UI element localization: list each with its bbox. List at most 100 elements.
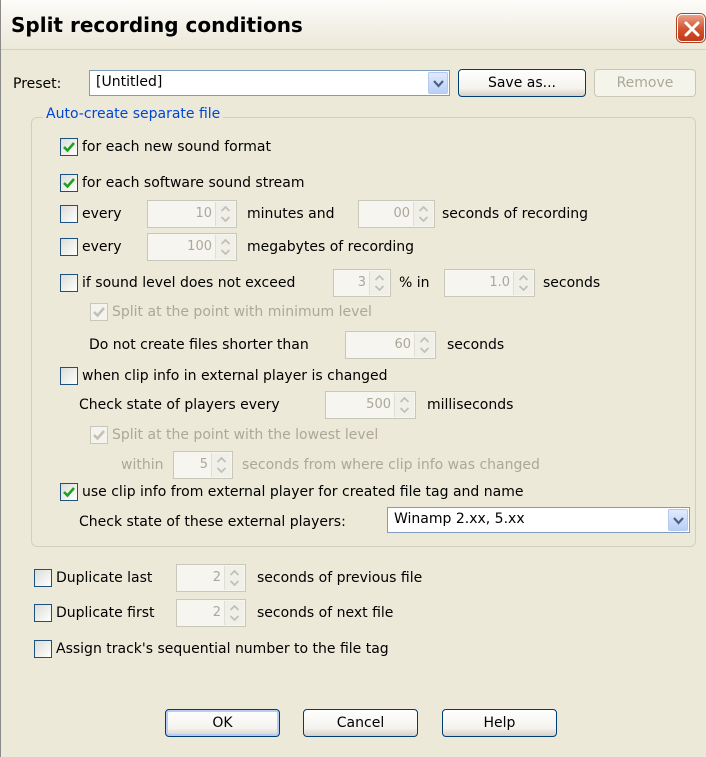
external-players-label: Check state of these external players: bbox=[79, 514, 346, 530]
spin-up-icon bbox=[230, 570, 239, 576]
minutes-spin-buttons[interactable] bbox=[215, 202, 235, 226]
within-stepper[interactable]: 5 bbox=[173, 451, 233, 479]
seconds-of-recording-label: seconds of recording bbox=[442, 206, 588, 222]
within-unit: seconds from where clip info was changed bbox=[242, 457, 540, 473]
software-stream-label: for each software sound stream bbox=[82, 175, 305, 191]
use-clip-info-label: use clip info from external player for c… bbox=[82, 484, 524, 500]
preset-select[interactable]: [Untitled] bbox=[89, 70, 450, 96]
check-interval-stepper[interactable]: 500 bbox=[325, 391, 416, 419]
duplicate-first-stepper[interactable]: 2 bbox=[176, 599, 246, 627]
checkmark-icon bbox=[93, 430, 105, 441]
help-button[interactable]: Help bbox=[442, 709, 557, 737]
spin-down-icon bbox=[217, 467, 226, 473]
title-bar: Split recording conditions bbox=[1, 0, 706, 50]
split-min-level-checkbox[interactable] bbox=[90, 303, 108, 321]
megabytes-spin-buttons[interactable] bbox=[215, 235, 235, 259]
checkmark-icon bbox=[93, 307, 105, 318]
duplicate-first-label: Duplicate first bbox=[56, 605, 155, 621]
sound-level-label: if sound level does not exceed bbox=[82, 275, 296, 291]
split-lowest-level-label: Split at the point with the lowest level bbox=[112, 427, 379, 443]
duplicate-first-spin-buttons[interactable] bbox=[224, 601, 244, 625]
checkmark-icon bbox=[63, 178, 75, 189]
split-min-level-label: Split at the point with minimum level bbox=[112, 304, 372, 320]
auto-create-group-title: Auto-create separate file bbox=[43, 106, 224, 122]
within-value: 5 bbox=[199, 457, 208, 472]
level-seconds-label: seconds bbox=[543, 275, 601, 291]
checkmark-icon bbox=[63, 142, 75, 153]
megabytes-stepper[interactable]: 100 bbox=[147, 233, 237, 261]
spin-down-icon bbox=[221, 249, 230, 255]
megabytes-value: 100 bbox=[187, 239, 212, 254]
duplicate-last-spin-buttons[interactable] bbox=[224, 566, 244, 590]
spin-up-icon bbox=[519, 275, 528, 281]
spin-up-icon bbox=[375, 275, 384, 281]
megabytes-label: megabytes of recording bbox=[247, 239, 415, 255]
close-button[interactable] bbox=[677, 14, 705, 42]
duplicate-last-stepper[interactable]: 2 bbox=[176, 564, 246, 592]
clip-info-changed-label: when clip info in external player is cha… bbox=[82, 368, 388, 384]
dialog-title: Split recording conditions bbox=[11, 13, 303, 37]
duplicate-last-label: Duplicate last bbox=[56, 570, 153, 586]
check-interval-unit: milliseconds bbox=[427, 397, 514, 413]
external-players-dropdown-arrow[interactable] bbox=[668, 509, 688, 531]
seconds-stepper[interactable]: 00 bbox=[358, 200, 435, 228]
new-sound-format-checkbox[interactable] bbox=[60, 138, 78, 156]
new-sound-format-label: for each new sound format bbox=[82, 139, 271, 155]
check-interval-spin-buttons[interactable] bbox=[394, 393, 414, 417]
preset-value: [Untitled] bbox=[96, 74, 163, 90]
spin-up-icon bbox=[221, 206, 230, 212]
assign-track-checkbox[interactable] bbox=[34, 640, 52, 658]
spin-down-icon bbox=[221, 216, 230, 222]
check-interval-value: 500 bbox=[366, 397, 391, 412]
percent-in-label: % in bbox=[399, 275, 430, 291]
assign-track-label: Assign track's sequential number to the … bbox=[56, 641, 389, 657]
save-as-button[interactable]: Save as... bbox=[458, 69, 586, 97]
ok-button[interactable]: OK bbox=[165, 709, 280, 737]
spin-up-icon bbox=[230, 605, 239, 611]
spin-up-icon bbox=[221, 239, 230, 245]
preset-label: Preset: bbox=[13, 76, 62, 92]
every-time-checkbox[interactable] bbox=[60, 205, 78, 223]
minutes-stepper[interactable]: 10 bbox=[147, 200, 237, 228]
spin-down-icon bbox=[230, 615, 239, 621]
sound-level-checkbox[interactable] bbox=[60, 274, 78, 292]
external-players-select[interactable]: Winamp 2.xx, 5.xx bbox=[387, 507, 690, 533]
remove-button[interactable]: Remove bbox=[594, 69, 696, 97]
every-size-label: every bbox=[82, 239, 122, 255]
level-seconds-stepper[interactable]: 1.0 bbox=[444, 269, 535, 297]
every-size-checkbox[interactable] bbox=[60, 238, 78, 256]
preset-dropdown-arrow[interactable] bbox=[428, 72, 448, 94]
duplicate-last-checkbox[interactable] bbox=[34, 569, 52, 587]
spin-down-icon bbox=[419, 216, 428, 222]
use-clip-info-checkbox[interactable] bbox=[60, 483, 78, 501]
seconds-spin-buttons[interactable] bbox=[413, 202, 433, 226]
minutes-value: 10 bbox=[195, 206, 212, 221]
chevron-down-icon bbox=[673, 517, 684, 525]
percent-stepper[interactable]: 3 bbox=[333, 269, 391, 297]
duplicate-first-checkbox[interactable] bbox=[34, 604, 52, 622]
within-label: within bbox=[121, 457, 164, 473]
seconds-value: 00 bbox=[393, 206, 410, 221]
spin-down-icon bbox=[375, 285, 384, 291]
minutes-and-label: minutes and bbox=[247, 206, 335, 222]
chevron-down-icon bbox=[433, 80, 444, 88]
close-icon bbox=[684, 21, 700, 37]
split-recording-dialog: Split recording conditions Preset: [Unti… bbox=[0, 0, 706, 757]
percent-spin-buttons[interactable] bbox=[369, 271, 389, 295]
min-file-length-value: 60 bbox=[394, 337, 411, 352]
duplicate-first-unit: seconds of next file bbox=[257, 605, 394, 621]
clip-info-changed-checkbox[interactable] bbox=[60, 367, 78, 385]
spin-up-icon bbox=[419, 206, 428, 212]
spin-down-icon bbox=[519, 285, 528, 291]
external-players-value: Winamp 2.xx, 5.xx bbox=[394, 511, 525, 527]
level-seconds-spin-buttons[interactable] bbox=[513, 271, 533, 295]
min-file-length-stepper[interactable]: 60 bbox=[345, 331, 436, 359]
every-time-label: every bbox=[82, 206, 122, 222]
spin-down-icon bbox=[400, 407, 409, 413]
min-file-length-spin-buttons[interactable] bbox=[414, 333, 434, 357]
split-lowest-level-checkbox[interactable] bbox=[90, 426, 108, 444]
cancel-button[interactable]: Cancel bbox=[303, 709, 418, 737]
duplicate-last-value: 2 bbox=[212, 570, 221, 585]
within-spin-buttons[interactable] bbox=[211, 453, 231, 477]
software-stream-checkbox[interactable] bbox=[60, 174, 78, 192]
